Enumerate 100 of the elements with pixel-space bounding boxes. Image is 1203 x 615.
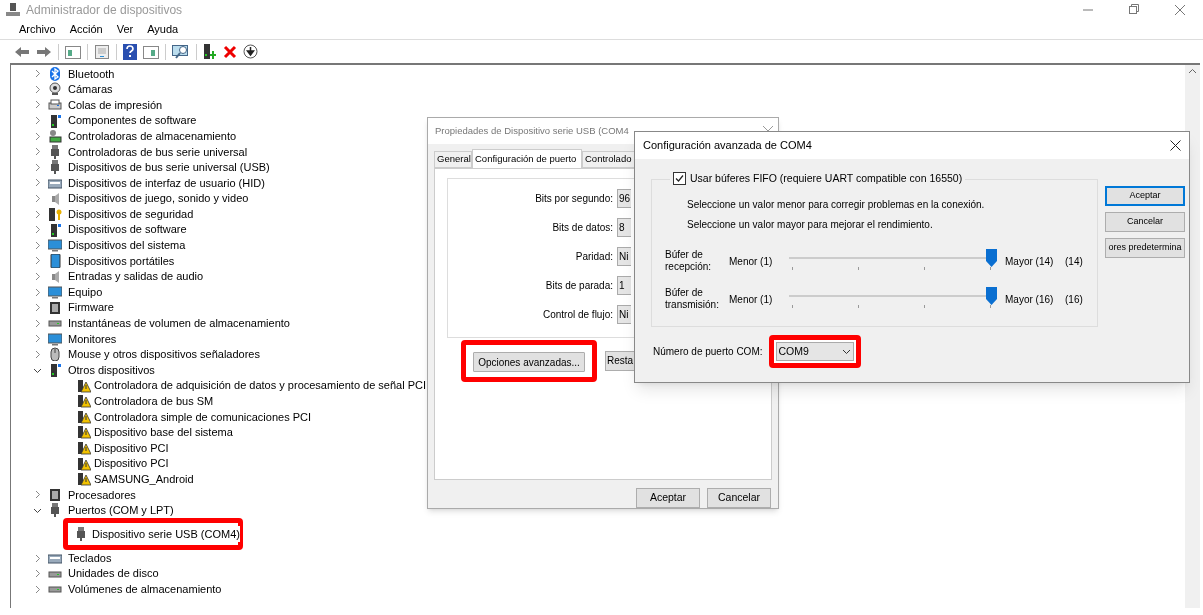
tree-item[interactable]: Mouse y otros dispositivos señaladores [68, 346, 260, 363]
menu-item[interactable]: Archivo [19, 21, 56, 38]
dialog-button[interactable]: Aceptar [636, 488, 700, 508]
tree-item[interactable]: Controladora simple de comunicaciones PCI [94, 408, 312, 426]
close-icon[interactable] [1170, 140, 1181, 151]
tree-item[interactable]: Controladoras de almacenamiento [68, 127, 237, 145]
dropdown[interactable]: 1 [617, 275, 631, 295]
dialog-button[interactable]: ores predetermina [1105, 238, 1185, 258]
chevron-right-icon[interactable] [33, 147, 42, 157]
tree-item[interactable]: Controladoras de bus serie universal [68, 143, 248, 160]
field-label: Control de flujo: [541, 307, 613, 322]
tree-item[interactable]: Instantáneas de volumen de almacenamiento [68, 315, 290, 332]
tree-item[interactable]: Unidades de disco [68, 565, 159, 582]
chevron-right-icon[interactable] [33, 490, 42, 500]
chevron-right-icon[interactable] [33, 100, 42, 110]
chevron-right-icon[interactable] [33, 272, 42, 281]
tree-item[interactable]: Dispositivos de juego, sonido y video [68, 190, 249, 207]
slider-thumb[interactable] [986, 287, 997, 305]
dropdown[interactable]: Ni [617, 246, 631, 266]
slider-min-label: Menor (1) [729, 292, 774, 307]
menu-item[interactable]: Acción [69, 21, 103, 38]
tree-item[interactable]: Monitores [68, 330, 117, 348]
chevron-right-icon[interactable] [33, 69, 42, 79]
tree-item[interactable]: Dispositivo PCI [94, 455, 169, 472]
dropdown[interactable]: 96 [617, 188, 631, 208]
dropdown[interactable]: Ni [617, 304, 631, 324]
menu-item[interactable]: Ver [116, 21, 134, 38]
slider-label: Búfer de transmisión: [665, 287, 720, 311]
tree-item[interactable]: Controladora de adquisición de datos y procesamiento de señal PCI [94, 377, 427, 394]
tree-item[interactable]: SAMSUNG_Android [94, 471, 194, 488]
tree-item[interactable]: Puertos (COM y LPT) [68, 502, 174, 519]
tree-item[interactable]: Teclados [68, 549, 112, 567]
tree-item[interactable]: Dispositivo PCI [94, 439, 169, 457]
chevron-right-icon[interactable] [33, 584, 42, 594]
tree-item[interactable]: Dispositivo serie USB (COM4) [92, 525, 240, 543]
chevron-right-icon[interactable] [33, 84, 42, 94]
com-port-dropdown[interactable]: COM9 [775, 342, 854, 361]
dialog-button[interactable]: Cancelar [707, 488, 771, 508]
tree-item[interactable]: Dispositivos de interfaz de usuario (HID) [68, 174, 265, 192]
chevron-right-icon[interactable] [33, 209, 42, 219]
tree-item[interactable]: Volúmenes de almacenamiento [68, 580, 222, 598]
tree-item[interactable]: Dispositivos de seguridad [68, 205, 194, 223]
plug-icon [48, 503, 62, 518]
tree-item[interactable]: Cámaras [68, 81, 113, 98]
monitor-search-icon[interactable] [172, 43, 190, 60]
tab[interactable]: Controlado [582, 150, 634, 168]
webcam-icon [48, 82, 62, 97]
chevron-right-icon[interactable] [33, 194, 42, 204]
tree-item[interactable]: Dispositivo base del sistema [94, 424, 233, 441]
chevron-right-icon[interactable] [33, 131, 42, 141]
dialog-button[interactable]: Aceptar [1105, 186, 1185, 206]
restore-button[interactable]: Resta [605, 350, 634, 371]
checkbox[interactable] [673, 172, 686, 186]
properties-window-icon[interactable] [94, 43, 110, 60]
download-icon[interactable] [243, 44, 258, 59]
tree-item[interactable]: Controladora de bus SM [94, 393, 214, 410]
window-panel-icon[interactable] [65, 44, 81, 59]
forward-arrow-icon[interactable] [36, 45, 52, 58]
field-label: Número de puerto COM: [653, 345, 763, 359]
dialog-button[interactable]: Cancelar [1105, 212, 1185, 232]
hint-text: Seleccione un valor menor para corregir problemas en la conexión. [686, 198, 986, 212]
tab[interactable]: General [434, 150, 472, 168]
chevron-right-icon[interactable] [33, 287, 42, 297]
tree-item[interactable]: Equipo [68, 283, 103, 301]
back-arrow-icon[interactable] [14, 45, 30, 58]
tree-item[interactable]: Dispositivos de software [68, 221, 187, 238]
chevron-right-icon[interactable] [33, 350, 42, 359]
chevron-right-icon[interactable] [33, 318, 42, 328]
chevron-right-icon[interactable] [33, 569, 42, 579]
tree-item[interactable]: Dispositivos del sistema [68, 237, 186, 254]
advanced-options-button[interactable]: Opciones avanzadas... [473, 352, 585, 373]
window-panel-icon[interactable] [143, 44, 159, 59]
menu-item[interactable]: Ayuda [147, 21, 179, 38]
bluetooth-icon [48, 66, 62, 81]
dropdown[interactable]: 8 [617, 217, 631, 237]
add-device-icon[interactable] [203, 43, 217, 60]
tree-item[interactable]: Dispositivos de bus serie universal (USB) [68, 159, 270, 176]
chevron-right-icon[interactable] [33, 178, 42, 188]
chevron-right-icon[interactable] [33, 334, 42, 344]
scroll-up-icon[interactable] [1188, 68, 1197, 74]
field-label: Paridad: [574, 249, 613, 264]
chevron-right-icon[interactable] [33, 553, 42, 563]
tree-item[interactable]: Entradas y salidas de audio [68, 268, 204, 285]
chevron-right-icon[interactable] [33, 162, 42, 172]
help-icon[interactable] [123, 43, 137, 60]
tree-item[interactable]: Bluetooth [68, 65, 115, 83]
tree-item[interactable]: Colas de impresión [68, 96, 163, 114]
chevron-right-icon[interactable] [33, 116, 42, 126]
tab[interactable]: Configuración de puerto [472, 148, 582, 168]
tree-item[interactable]: Otros dispositivos [68, 361, 155, 379]
slider-thumb[interactable] [986, 249, 997, 267]
chevron-right-icon[interactable] [33, 225, 42, 235]
tablet-icon [48, 253, 62, 268]
tree-item[interactable]: Firmware [68, 299, 114, 316]
tree-item[interactable]: Componentes de software [68, 112, 197, 129]
chevron-right-icon[interactable] [33, 256, 42, 266]
chevron-right-icon[interactable] [33, 240, 42, 250]
tree-item[interactable]: Dispositivos portátiles [68, 252, 175, 270]
chevron-right-icon[interactable] [33, 303, 42, 313]
tree-item[interactable]: Procesadores [68, 486, 136, 504]
